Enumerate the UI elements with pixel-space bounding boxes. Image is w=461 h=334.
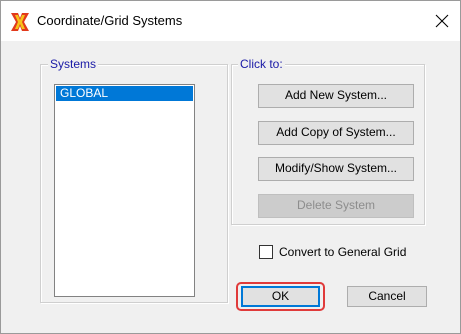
close-button[interactable] (427, 7, 457, 35)
systems-listbox[interactable]: GLOBAL (54, 84, 195, 297)
ok-button[interactable]: OK (241, 286, 320, 307)
add-copy-of-system-button[interactable]: Add Copy of System... (258, 121, 414, 145)
title-bar: Coordinate/Grid Systems (1, 1, 460, 41)
systems-group-label: Systems (48, 57, 99, 71)
click-to-group-label: Click to: (238, 57, 285, 71)
systems-group: Systems GLOBAL (40, 57, 228, 303)
convert-checkbox-label: Convert to General Grid (279, 245, 407, 259)
delete-system-button[interactable]: Delete System (258, 194, 414, 218)
convert-checkbox[interactable] (259, 245, 273, 259)
window-title: Coordinate/Grid Systems (37, 13, 183, 28)
modify-show-system-button[interactable]: Modify/Show System... (258, 157, 414, 181)
dialog-content: Systems GLOBAL Click to: Add New System.… (23, 57, 438, 319)
close-icon (435, 14, 449, 28)
coordinate-grid-systems-dialog: Coordinate/Grid Systems Systems GLOBAL C… (0, 0, 461, 334)
list-item-global[interactable]: GLOBAL (56, 86, 193, 101)
click-to-group: Click to: Add New System... Add Copy of … (231, 57, 425, 225)
add-new-system-button[interactable]: Add New System... (258, 84, 414, 108)
cancel-button[interactable]: Cancel (347, 286, 427, 307)
sap-logo-icon (11, 13, 29, 31)
